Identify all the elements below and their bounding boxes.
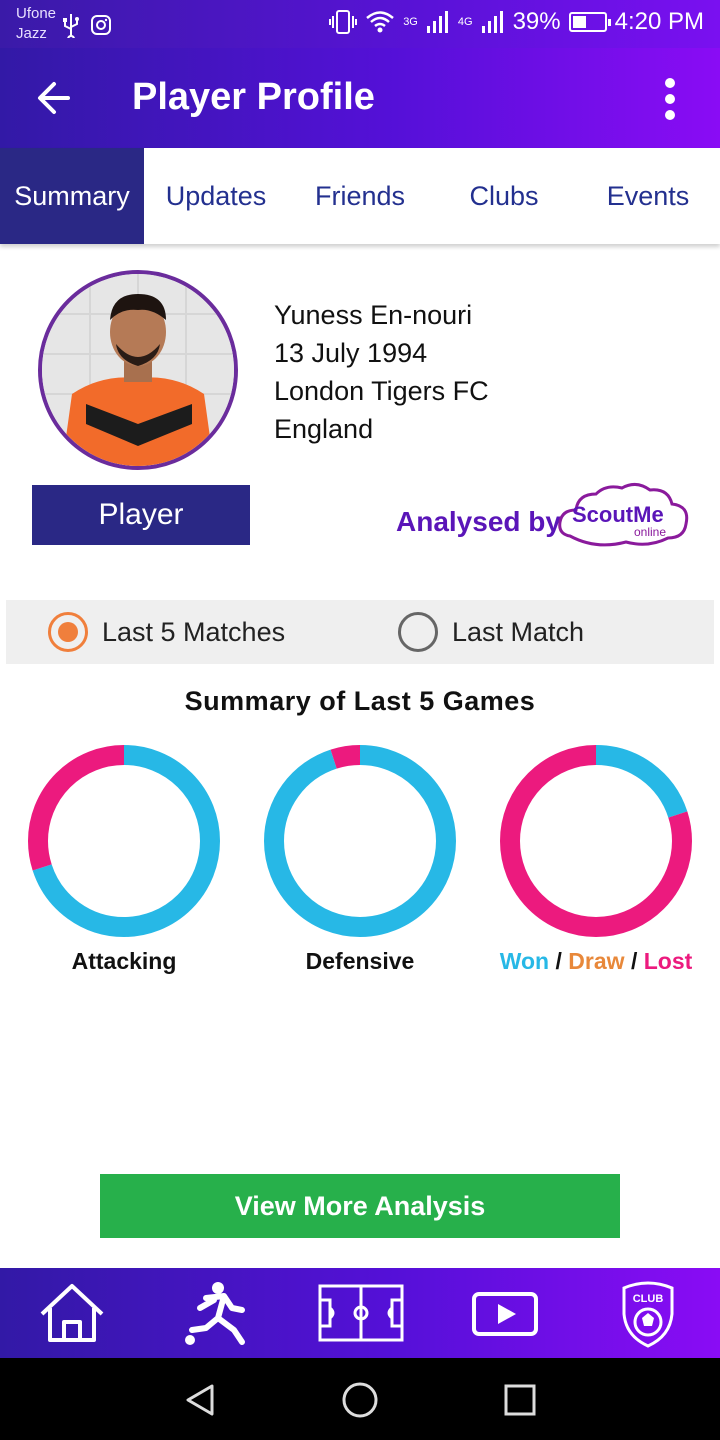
logo-text-sub: online xyxy=(634,525,666,539)
player-photo xyxy=(42,274,234,466)
instagram-icon xyxy=(91,15,111,35)
defensive-donut-chart xyxy=(264,745,456,937)
tab-events[interactable]: Events xyxy=(576,148,720,244)
nav-pitch[interactable] xyxy=(316,1278,406,1348)
pitch-icon xyxy=(318,1284,404,1342)
battery-icon xyxy=(568,12,611,32)
summary-title: Summary of Last 5 Games xyxy=(184,686,536,716)
nav-player[interactable] xyxy=(176,1278,256,1348)
wifi-icon xyxy=(366,11,394,33)
clock: 4:20 PM xyxy=(614,8,704,35)
player-club: London Tigers FC xyxy=(274,376,489,406)
system-navigation-bar xyxy=(0,1358,720,1440)
more-vertical-icon xyxy=(665,78,675,120)
system-recents-button[interactable] xyxy=(500,1380,540,1420)
svg-text:CLUB: CLUB xyxy=(633,1293,664,1305)
tab-summary[interactable]: Summary xyxy=(0,148,144,244)
period-selector: Last 5 Matches Last Match xyxy=(6,600,714,664)
attacking-donut-chart xyxy=(28,745,220,937)
app-bar: Player Profile xyxy=(0,48,720,148)
player-avatar xyxy=(38,270,238,470)
radio-label-2: Last Match xyxy=(452,616,585,647)
radio-checked-icon xyxy=(48,612,88,652)
tab-updates[interactable]: Updates xyxy=(144,148,288,244)
analysed-by-label: Analysed by xyxy=(396,506,561,537)
battery-percent: 39% xyxy=(512,8,561,35)
separator-2: / xyxy=(630,948,638,974)
scoutme-logo: ScoutMe online xyxy=(556,478,692,552)
carrier-text: Ufone Jazz xyxy=(16,4,56,44)
player-name: Yuness En-nouri xyxy=(274,300,473,330)
defensive-label: Defensive xyxy=(305,948,415,974)
notification-icons xyxy=(62,12,112,38)
lost-label: Lost xyxy=(643,948,693,974)
role-badge: Player xyxy=(32,485,250,545)
network-type-2: 4G xyxy=(457,16,473,28)
vibrate-icon xyxy=(329,10,358,34)
draw-label: Draw xyxy=(568,948,625,974)
square-recents-icon xyxy=(504,1384,536,1416)
logo-text-main: ScoutMe xyxy=(572,502,664,527)
page-title: Player Profile xyxy=(132,76,375,118)
separator-1: / xyxy=(555,948,562,974)
signal-icon-1 xyxy=(426,11,448,33)
club-badge-icon: CLUB xyxy=(622,1281,674,1348)
attacking-label: Attacking xyxy=(71,948,177,974)
status-bar: Ufone Jazz 3G 4G 39% 4:20 PM xyxy=(0,0,720,48)
tab-clubs[interactable]: Clubs xyxy=(432,148,576,244)
more-options-button[interactable] xyxy=(654,76,686,122)
results-label: Won / Draw / Lost xyxy=(476,948,716,975)
nav-club[interactable]: CLUB xyxy=(608,1278,688,1348)
radio-unchecked-icon xyxy=(398,612,438,652)
carrier-line2: Jazz xyxy=(16,25,47,42)
nav-home[interactable] xyxy=(32,1278,112,1348)
triangle-back-icon xyxy=(186,1384,214,1416)
system-home-button[interactable] xyxy=(340,1380,380,1420)
network-type-1: 3G xyxy=(403,16,418,28)
radio-last-5-matches[interactable]: Last 5 Matches xyxy=(48,600,285,664)
status-right: 3G 4G 39% 4:20 PM xyxy=(329,8,704,36)
player-info: Yuness En-nouri 13 July 1994 London Tige… xyxy=(274,296,489,448)
nav-video[interactable] xyxy=(466,1278,546,1348)
carrier-line1: Ufone xyxy=(16,5,57,22)
back-button[interactable] xyxy=(28,74,84,122)
usb-icon xyxy=(63,14,79,38)
player-country: England xyxy=(274,414,374,444)
player-icon xyxy=(185,1282,245,1345)
won-label: Won xyxy=(499,948,550,974)
donut-segment-0 xyxy=(264,745,456,937)
radio-label-1: Last 5 Matches xyxy=(102,616,286,647)
radio-last-match[interactable]: Last Match xyxy=(398,600,584,664)
player-dob: 13 July 1994 xyxy=(274,338,428,368)
system-back-button[interactable] xyxy=(182,1380,222,1420)
signal-icon-2 xyxy=(481,11,503,33)
tab-bar: Summary Updates Friends Clubs Events xyxy=(0,148,720,244)
home-icon xyxy=(40,1284,104,1342)
view-more-analysis-button[interactable]: View More Analysis xyxy=(100,1174,620,1238)
video-play-icon xyxy=(472,1292,538,1336)
bottom-navigation: CLUB xyxy=(0,1268,720,1358)
tab-friends[interactable]: Friends xyxy=(288,148,432,244)
arrow-left-icon xyxy=(38,82,70,114)
results-donut-chart xyxy=(500,745,692,937)
circle-home-icon xyxy=(342,1382,378,1418)
